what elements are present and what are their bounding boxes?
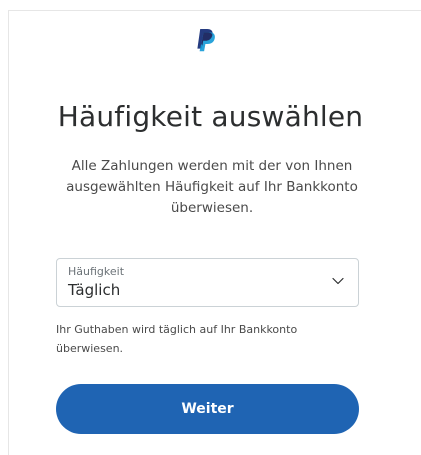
paypal-logo-icon <box>196 28 216 52</box>
chevron-down-icon <box>332 277 344 285</box>
frequency-helper-text: Ihr Guthaben wird täglich auf Ihr Bankko… <box>56 323 298 355</box>
frequency-select-label: Häufigkeit <box>68 265 125 278</box>
page-description: Alle Zahlungen werden mit der von Ihnen … <box>66 158 358 216</box>
continue-button[interactable]: Weiter <box>56 384 359 434</box>
frequency-select[interactable]: Häufigkeit Täglich <box>56 258 359 307</box>
frequency-select-value: Täglich <box>68 281 121 299</box>
page-title: Häufigkeit auswählen <box>57 100 364 133</box>
